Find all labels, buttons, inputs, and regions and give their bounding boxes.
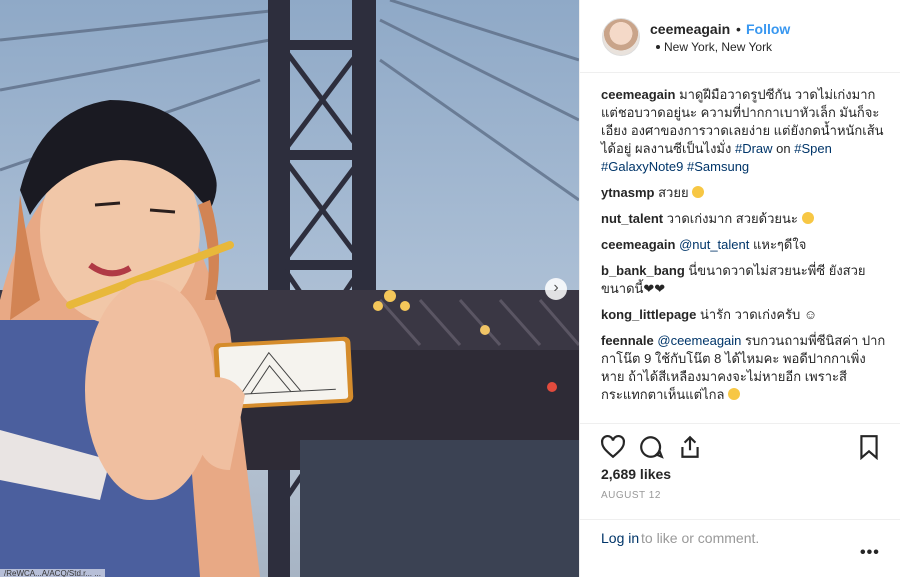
login-prompt: to like or comment.	[641, 530, 760, 546]
post-actions: 2,689 likes AUGUST 12 Log in to like or …	[580, 423, 900, 574]
comment-username[interactable]: kong_littlepage	[601, 307, 696, 322]
post-header: ceemeagain • Follow New York, New York	[580, 0, 900, 73]
comment-item: b_bank_bang นี่ขนาดวาดไม่สวยนะพี่ซี ยังส…	[601, 262, 886, 298]
comment-item: nut_talent วาดเก่งมาก สวยด้วยนะ	[601, 210, 886, 228]
comment-item: ceemeagain @nut_talent แหะๆดีใจ	[601, 236, 886, 254]
location-link[interactable]: New York, New York	[656, 40, 772, 54]
comment-username[interactable]: ytnasmp	[601, 185, 654, 200]
comment-text: น่ารัก วาดเก่งครับ ☺	[699, 307, 818, 322]
post-photo[interactable]: › /ReWCA...A/ACQ/Std.r... ...	[0, 0, 579, 577]
post-date: AUGUST 12	[601, 490, 661, 501]
avatar[interactable]	[602, 18, 640, 56]
share-icon[interactable]	[677, 434, 703, 460]
hashtag-samsung[interactable]: #Samsung	[687, 159, 749, 174]
smile-emoji-icon	[692, 186, 705, 198]
comment-text: แหะๆดีใจ	[753, 237, 807, 252]
photo-caption-strip: /ReWCA...A/ACQ/Std.r... ...	[0, 569, 105, 577]
comment-text: สวยย	[658, 185, 689, 200]
login-bar: Log in to like or comment. •••	[580, 519, 900, 575]
hashtag-spen[interactable]: #Spen	[794, 141, 832, 156]
login-link[interactable]: Log in	[601, 530, 639, 546]
comments-list: ceemeagain มาดูฝีมือวาดรูปซีกัน วาดไม่เก…	[601, 86, 886, 412]
likes-count[interactable]: 2,689 likes	[601, 466, 671, 482]
username-link[interactable]: ceemeagain	[650, 21, 730, 37]
location-pin-icon	[656, 45, 660, 49]
comment-mention[interactable]: @ceemeagain	[657, 333, 741, 348]
comment-username[interactable]: ceemeagain	[601, 237, 675, 252]
hashtag-galaxynote9[interactable]: #GalaxyNote9	[601, 159, 683, 174]
caption-username[interactable]: ceemeagain	[601, 87, 675, 102]
caption-on: on	[776, 141, 791, 156]
comment-item: feennale @ceemeagain รบกวนถามพี่ซีนิสค่า…	[601, 332, 886, 404]
comment-username[interactable]: b_bank_bang	[601, 263, 685, 278]
caption: ceemeagain มาดูฝีมือวาดรูปซีกัน วาดไม่เก…	[601, 86, 886, 176]
post-sidebar: ceemeagain • Follow New York, New York c…	[580, 0, 900, 577]
comment-icon[interactable]	[638, 434, 664, 460]
heart-icon[interactable]	[600, 434, 626, 460]
comment-text: วาดเก่งมาก สวยด้วยนะ	[666, 211, 798, 226]
comment-item: ytnasmp สวยย	[601, 184, 886, 202]
photo-illustration	[0, 0, 579, 577]
comment-mention[interactable]: @nut_talent	[679, 237, 749, 252]
smile-emoji-icon	[728, 388, 741, 400]
hashtag-draw[interactable]: #Draw	[735, 141, 773, 156]
next-image-button[interactable]: ›	[545, 278, 567, 300]
bookmark-icon[interactable]	[856, 434, 882, 460]
comment-item: kong_littlepage น่ารัก วาดเก่งครับ ☺	[601, 306, 886, 324]
separator-dot: •	[736, 21, 741, 37]
smile-emoji-icon	[801, 212, 814, 224]
location-text: New York, New York	[664, 40, 773, 54]
comment-username[interactable]: nut_talent	[601, 211, 663, 226]
more-options-button[interactable]: •••	[860, 544, 880, 562]
comment-username[interactable]: feennale	[601, 333, 654, 348]
follow-button[interactable]: Follow	[746, 21, 790, 37]
